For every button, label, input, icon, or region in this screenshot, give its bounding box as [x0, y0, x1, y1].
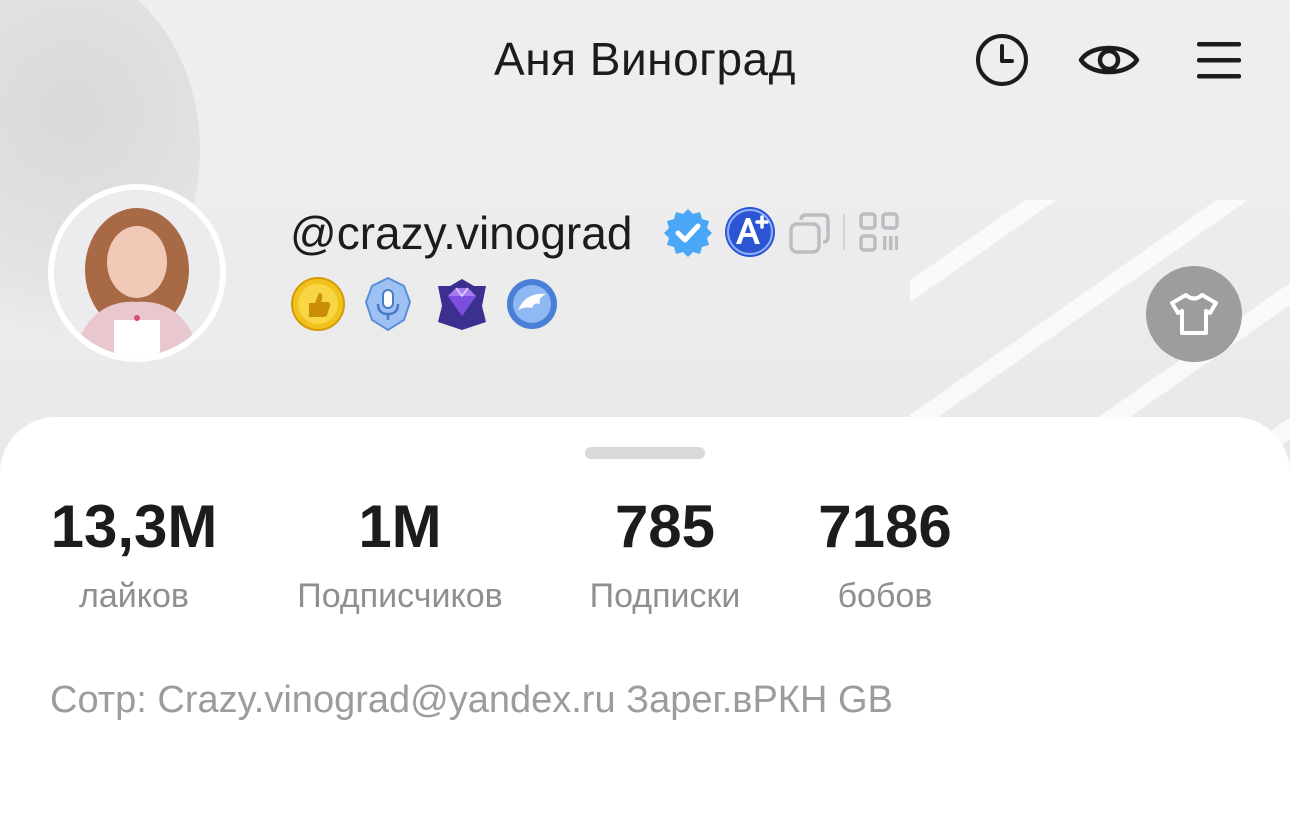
profile-bio: Сотр: Crazy.vinograd@yandex.ru Зарег.вРК…	[50, 679, 893, 721]
tshirt-icon	[1170, 293, 1218, 335]
stat-following[interactable]: 785 Подписки	[565, 495, 765, 616]
microphone-achievement-icon[interactable]	[360, 276, 416, 332]
menu-icon[interactable]	[1187, 28, 1251, 92]
avatar-image	[54, 190, 220, 356]
outfit-button[interactable]	[1146, 266, 1242, 362]
stat-beans[interactable]: 7186 бобов	[790, 495, 980, 616]
stat-label: Подписчиков	[297, 577, 503, 615]
stat-label: Подписки	[589, 577, 741, 615]
stat-likes[interactable]: 13,3M лайков	[34, 495, 234, 616]
eye-icon[interactable]	[1077, 28, 1141, 92]
sheet-grabber[interactable]	[585, 447, 705, 459]
badge-divider	[843, 214, 845, 250]
qr-code-icon[interactable]	[859, 212, 899, 257]
thumbs-up-achievement-icon[interactable]	[290, 276, 346, 332]
profile-sheet: 13,3M лайков 1M Подписчиков 785 Подписки…	[0, 417, 1290, 817]
copy-icon[interactable]	[788, 212, 832, 261]
stat-label: бобов	[837, 577, 933, 615]
wing-achievement-icon[interactable]	[504, 276, 560, 332]
stat-followers[interactable]: 1M Подписчиков	[270, 495, 530, 616]
diamond-achievement-icon[interactable]	[434, 276, 490, 332]
stat-value: 1M	[358, 493, 442, 560]
username: @crazy.vinograd	[290, 207, 633, 259]
a-plus-badge-icon	[724, 206, 776, 263]
history-icon[interactable]	[970, 28, 1034, 92]
avatar[interactable]	[48, 184, 226, 362]
stat-value: 785	[614, 493, 716, 560]
stat-value: 13,3M	[50, 493, 218, 560]
stat-value: 7186	[818, 493, 952, 560]
stat-label: лайков	[79, 577, 189, 615]
verified-badge-icon	[661, 206, 715, 265]
